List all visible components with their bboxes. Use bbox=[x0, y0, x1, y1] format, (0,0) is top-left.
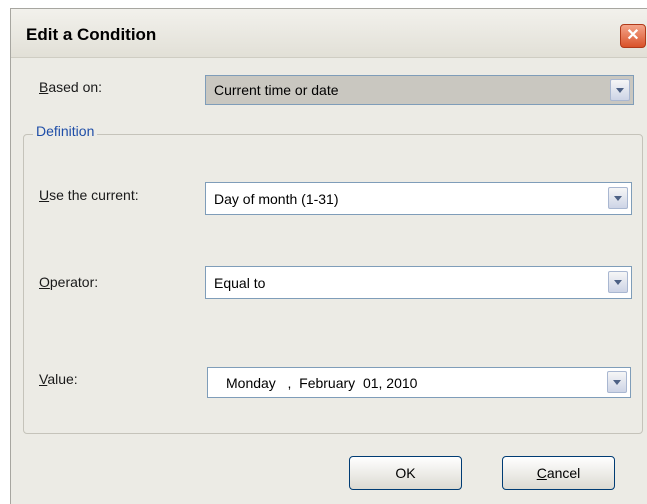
value-label: Value: bbox=[39, 371, 78, 387]
use-current-label: Use the current: bbox=[39, 187, 139, 203]
based-on-value: Current time or date bbox=[214, 82, 339, 98]
chevron-down-icon[interactable] bbox=[608, 187, 628, 209]
operator-dropdown[interactable]: Equal to bbox=[205, 266, 632, 299]
ok-button[interactable]: OK bbox=[349, 456, 462, 490]
based-on-dropdown[interactable]: Current time or date bbox=[205, 75, 634, 105]
definition-group-title: Definition bbox=[33, 123, 98, 139]
use-current-value: Day of month (1-31) bbox=[214, 191, 339, 207]
cancel-button[interactable]: Cancel bbox=[502, 456, 615, 490]
chevron-down-icon[interactable] bbox=[610, 79, 630, 101]
title-bar: Edit a Condition ✕ bbox=[11, 9, 647, 58]
close-icon: ✕ bbox=[626, 27, 640, 44]
close-button[interactable]: ✕ bbox=[620, 24, 646, 48]
use-current-dropdown[interactable]: Day of month (1-31) bbox=[205, 182, 632, 215]
edit-condition-dialog: Edit a Condition ✕ Based on: Current tim… bbox=[10, 8, 647, 504]
date-picker[interactable]: Monday , February 01, 2010 bbox=[207, 367, 631, 398]
calendar-dropdown-icon[interactable] bbox=[607, 371, 627, 393]
based-on-label: Based on: bbox=[39, 79, 103, 95]
date-value[interactable]: Monday , February 01, 2010 bbox=[226, 375, 417, 391]
operator-value: Equal to bbox=[214, 275, 266, 291]
dialog-title: Edit a Condition bbox=[26, 25, 157, 44]
operator-label: Operator: bbox=[39, 274, 99, 290]
chevron-down-icon[interactable] bbox=[608, 271, 628, 293]
